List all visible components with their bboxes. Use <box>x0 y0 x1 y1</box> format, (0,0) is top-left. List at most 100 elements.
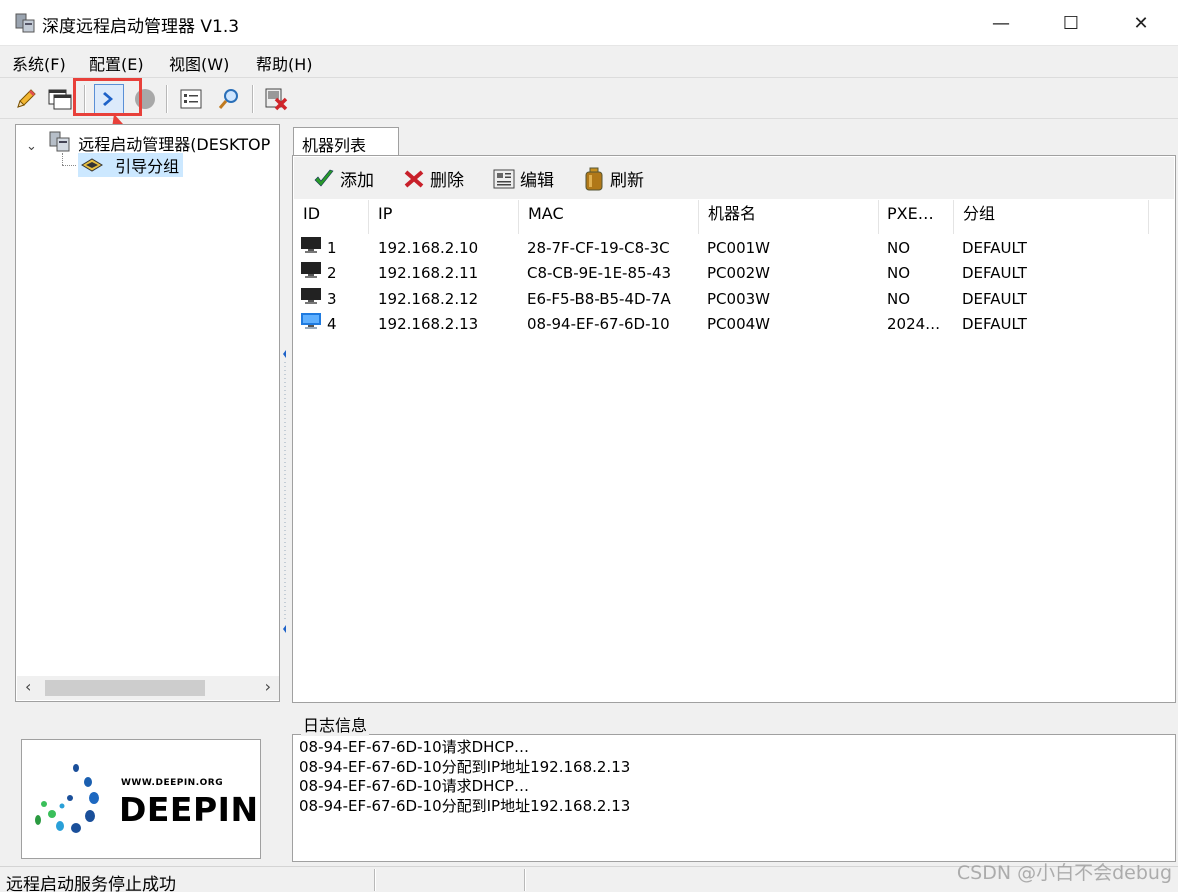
delete-button[interactable]: 删除 <box>402 166 464 191</box>
monitor-dark-icon <box>301 237 321 253</box>
status-text: 远程启动服务停止成功 <box>6 875 176 892</box>
column-divider[interactable] <box>518 200 519 234</box>
add-button[interactable]: 添加 <box>312 166 374 191</box>
column-divider[interactable] <box>953 200 954 234</box>
scroll-right-icon[interactable]: › <box>265 677 271 696</box>
cell-ip: 192.168.2.12 <box>378 290 479 308</box>
column-header-mac[interactable]: MAC <box>528 204 564 234</box>
deepin-swirl-icon <box>35 764 99 833</box>
window-icon[interactable] <box>46 85 74 113</box>
cell-id: 2 <box>327 264 337 282</box>
delete-label: 删除 <box>430 171 464 191</box>
menu-system[interactable]: 系统(F) <box>12 51 66 75</box>
cell-ip: 192.168.2.11 <box>378 264 479 282</box>
window-title: 深度远程启动管理器 V1.3 <box>42 17 240 37</box>
cell-pxe: 2024… <box>887 315 941 333</box>
scroll-left-icon[interactable]: ‹ <box>25 677 31 696</box>
monitor-dark-icon <box>301 288 321 304</box>
cell-pxe: NO <box>887 290 911 308</box>
logo-url: WWW.DEEPIN.ORG <box>121 778 224 788</box>
horizontal-scrollbar[interactable]: ‹ › <box>17 676 279 700</box>
tree-root-label: 远程启动管理器(DESKTOP <box>78 135 271 154</box>
close-button[interactable]: ✕ <box>1106 0 1176 46</box>
cell-group: DEFAULT <box>962 290 1027 308</box>
column-header-id[interactable]: ID <box>303 204 320 234</box>
network-card-icon <box>81 158 103 172</box>
cell-machine-name: PC004W <box>707 315 770 333</box>
cell-ip: 192.168.2.13 <box>378 315 479 333</box>
toolbar-separator <box>252 85 254 113</box>
tab-machine-list[interactable]: 机器列表 <box>293 127 399 156</box>
edit-button[interactable]: 编辑 <box>492 166 554 191</box>
menu-bar: 系统(F) 配置(E) 视图(W) 帮助(H) <box>0 46 1178 76</box>
search-icon[interactable] <box>215 85 243 113</box>
action-bar: 添加 删除 编辑 刷新 <box>294 157 1174 199</box>
toolbar-separator <box>166 85 168 113</box>
cell-mac: 08-94-EF-67-6D-10 <box>527 315 670 333</box>
log-line: 08-94-EF-67-6D-10分配到IP地址192.168.2.13 <box>299 796 631 815</box>
tree-line <box>62 153 63 165</box>
column-header-ip[interactable]: IP <box>378 204 392 234</box>
list-settings-icon[interactable] <box>177 85 205 113</box>
cell-ip: 192.168.2.10 <box>378 239 479 257</box>
tree-panel: ⌄ 远程启动管理器(DESKTOP 引导分组 ‹ › <box>15 124 280 702</box>
watermark: CSDN @小白不会debug <box>956 862 1172 884</box>
add-label: 添加 <box>340 171 374 191</box>
refresh-button[interactable]: 刷新 <box>582 166 644 191</box>
cell-mac: E6-F5-B8-B5-4D-7A <box>527 290 671 308</box>
cell-group: DEFAULT <box>962 239 1027 257</box>
log-line: 08-94-EF-67-6D-10请求DHCP… <box>299 777 529 795</box>
cell-pxe: NO <box>887 239 911 257</box>
cell-id: 3 <box>327 290 337 308</box>
scrollbar-thumb[interactable] <box>45 680 205 696</box>
delete-x-icon <box>402 167 426 191</box>
machine-list-panel: 添加 删除 编辑 刷新 ID IP MAC 机器名 PXE… 分组 1 192.… <box>292 155 1176 703</box>
maximize-button[interactable]: ☐ <box>1036 0 1106 46</box>
status-separator <box>374 869 376 891</box>
status-separator <box>524 869 526 891</box>
minimize-button[interactable]: — <box>966 0 1036 46</box>
cell-machine-name: PC001W <box>707 239 770 257</box>
cell-group: DEFAULT <box>962 315 1027 333</box>
menu-config[interactable]: 配置(E) <box>89 51 144 75</box>
tree-root[interactable]: ⌄ 远程启动管理器(DESKTOP <box>26 131 270 155</box>
cell-mac: 28-7F-CF-19-C8-3C <box>527 239 670 257</box>
column-divider[interactable] <box>368 200 369 234</box>
menu-help[interactable]: 帮助(H) <box>256 51 313 75</box>
logo-wordmark: DEEPIN <box>119 790 259 829</box>
log-label: 日志信息 <box>301 712 370 736</box>
cell-id: 4 <box>327 315 337 333</box>
monitor-blue-icon <box>301 313 321 329</box>
deepin-logo: WWW.DEEPIN.ORG DEEPIN <box>21 739 261 859</box>
column-divider[interactable] <box>698 200 699 234</box>
column-divider[interactable] <box>878 200 879 234</box>
menu-view[interactable]: 视图(W) <box>169 51 229 75</box>
refresh-jar-icon <box>582 167 606 191</box>
pencil-icon[interactable] <box>12 85 40 113</box>
column-header-pxe[interactable]: PXE… <box>887 204 934 234</box>
refresh-label: 刷新 <box>610 171 644 191</box>
cell-machine-name: PC003W <box>707 290 770 308</box>
monitor-dark-icon <box>301 262 321 278</box>
tree-child-boot-group[interactable]: 引导分组 <box>78 153 184 177</box>
column-header-machine-name[interactable]: 机器名 <box>708 204 756 234</box>
cell-id: 1 <box>327 239 337 257</box>
cell-pxe: NO <box>887 264 911 282</box>
tree-line <box>62 165 76 166</box>
edit-label: 编辑 <box>520 171 554 191</box>
toolbar <box>0 77 1178 119</box>
close-computer-icon[interactable] <box>263 85 291 113</box>
log-line: 08-94-EF-67-6D-10请求DHCP… <box>299 738 529 756</box>
app-icon <box>15 13 35 33</box>
checkmark-icon <box>312 167 336 191</box>
column-divider[interactable] <box>1148 200 1149 234</box>
column-header-group[interactable]: 分组 <box>963 204 995 234</box>
log-line: 08-94-EF-67-6D-10分配到IP地址192.168.2.13 <box>299 757 631 776</box>
log-panel[interactable]: 08-94-EF-67-6D-10请求DHCP… 08-94-EF-67-6D-… <box>292 734 1176 862</box>
panel-splitter[interactable] <box>280 124 290 702</box>
title-bar: 深度远程启动管理器 V1.3 — ☐ ✕ <box>0 0 1178 46</box>
cell-machine-name: PC002W <box>707 264 770 282</box>
edit-form-icon <box>492 167 516 191</box>
chevron-down-icon[interactable]: ⌄ <box>26 139 40 154</box>
server-icon <box>49 131 70 152</box>
